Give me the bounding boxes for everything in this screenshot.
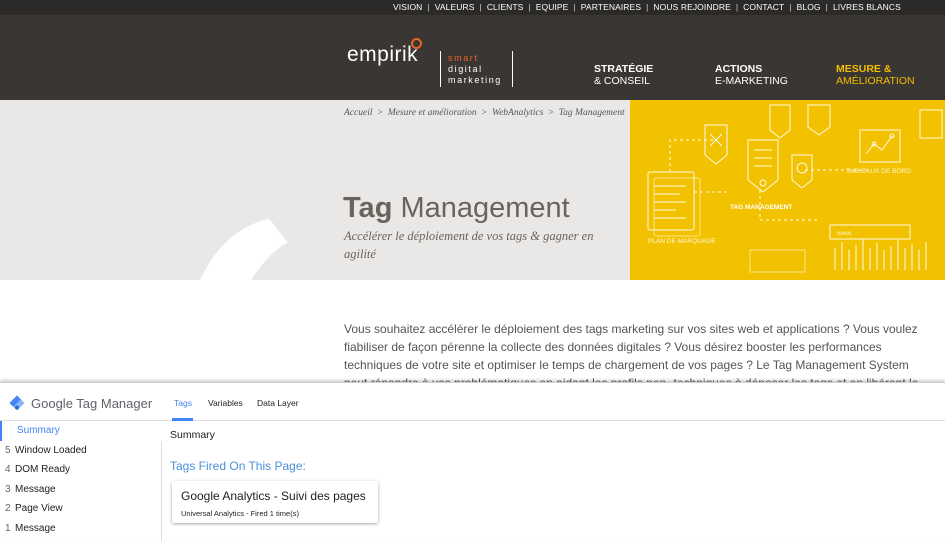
toplink-valeurs[interactable]: VALEURS xyxy=(435,2,475,12)
gtm-brand-title: Google Tag Manager xyxy=(31,396,153,411)
tab-variables[interactable]: Variables xyxy=(208,398,243,408)
breadcrumb-mesure[interactable]: Mesure et amélioration xyxy=(388,108,477,118)
sidebar-item-window-loaded[interactable]: 5 Window Loaded xyxy=(0,441,162,461)
tags-fired-heading: Tags Fired On This Page: xyxy=(170,459,306,473)
nav-mesure-amelioration[interactable]: MESURE & AMÉLIORATION xyxy=(836,63,915,87)
gtm-debug-panel: Google Tag Manager Tags Variables Data L… xyxy=(0,382,945,541)
nav-strategie-conseil[interactable]: STRATÉGIE & CONSEIL xyxy=(594,63,653,87)
toplink-equipe[interactable]: EQUIPE xyxy=(536,2,569,12)
tag-card-title: Google Analytics - Suivi des pages xyxy=(181,489,366,503)
logo-divider xyxy=(440,51,441,87)
logo-ring-icon xyxy=(411,38,422,49)
gtm-event-sidebar: Summary 5 Window Loaded 4 DOM Ready 3 Me… xyxy=(0,421,162,541)
tab-data-layer[interactable]: Data Layer xyxy=(257,398,299,408)
toplink-contact[interactable]: CONTACT xyxy=(743,2,784,12)
sidebar-item-message-1[interactable]: 1 Message xyxy=(0,519,162,539)
breadcrumb-accueil[interactable]: Accueil xyxy=(344,108,372,118)
toplink-clients[interactable]: CLIENTS xyxy=(487,2,524,12)
sidebar-item-page-view[interactable]: 2 Page View xyxy=(0,499,162,519)
website-viewport: VISION | VALEURS | CLIENTS | EQUIPE | PARTENAIRE… xyxy=(0,0,945,384)
tag-card-subtitle: Universal Analytics - Fired 1 time(s) xyxy=(181,509,299,518)
main-section-title: Summary xyxy=(170,429,215,441)
sidebar-item-summary[interactable]: Summary xyxy=(0,421,162,441)
top-utility-bar: VISION | VALEURS | CLIENTS | EQUIPE | PARTENAIRE… xyxy=(0,0,945,15)
breadcrumb-current: Tag Management xyxy=(558,108,625,118)
breadcrumb-webanalytics[interactable]: WebAnalytics xyxy=(492,108,543,118)
sidebar-item-dom-ready[interactable]: 4 DOM Ready xyxy=(0,460,162,480)
gtm-header: Google Tag Manager Tags Variables Data L… xyxy=(0,383,945,421)
logo-divider-right xyxy=(512,51,513,87)
page-title: Tag Management xyxy=(343,192,570,224)
toplink-nous-rejoindre[interactable]: NOUS REJOINDRE xyxy=(653,2,730,12)
toplink-blog[interactable]: BLOG xyxy=(797,2,821,12)
hero-illustration: TAG MANAGEMENT TABLEAUX DE BORD PLAN DE … xyxy=(630,100,945,280)
gtm-main-content: Summary Tags Fired On This Page: Google … xyxy=(163,421,945,541)
illustration-label-tableaux: TABLEAUX DE BORD xyxy=(846,168,911,175)
site-logo[interactable]: empirik xyxy=(347,43,418,67)
breadcrumb: Accueil > Mesure et amélioration > WebAnalyt… xyxy=(344,108,625,118)
tag-card-google-analytics[interactable]: Google Analytics - Suivi des pages Unive… xyxy=(172,481,378,523)
intro-paragraph: Vous souhaitez accélérer le déploiement … xyxy=(344,322,919,384)
illustration-label-www: www. xyxy=(837,230,853,237)
toplink-livres-blancs[interactable]: LIVRES BLANCS xyxy=(833,2,901,12)
toplink-vision[interactable]: VISION xyxy=(393,2,422,12)
hero-banner: Accueil > Mesure et amélioration > WebAnalyt… xyxy=(0,100,630,280)
illustration-label-tag-management: TAG MANAGEMENT xyxy=(730,204,793,211)
tab-tags[interactable]: Tags xyxy=(174,398,192,408)
page-subtitle: Accélérer le déploiement de vos tags & g… xyxy=(344,229,594,261)
illustration-label-plan: PLAN DE MARQUAGE xyxy=(648,238,716,245)
sidebar-item-message-3[interactable]: 3 Message xyxy=(0,480,162,500)
nav-actions-emarketing[interactable]: ACTIONS E-MARKETING xyxy=(715,63,788,87)
logo-tagline: smart digital marketing xyxy=(448,53,502,85)
top-links: VISION | VALEURS | CLIENTS | EQUIPE | PARTENAIRE… xyxy=(393,2,901,12)
gtm-diamond-icon xyxy=(9,395,25,411)
hero-decorative-swoosh xyxy=(176,190,354,280)
toplink-partenaires[interactable]: PARTENAIRES xyxy=(581,2,641,12)
tag-management-illustration xyxy=(647,104,943,273)
